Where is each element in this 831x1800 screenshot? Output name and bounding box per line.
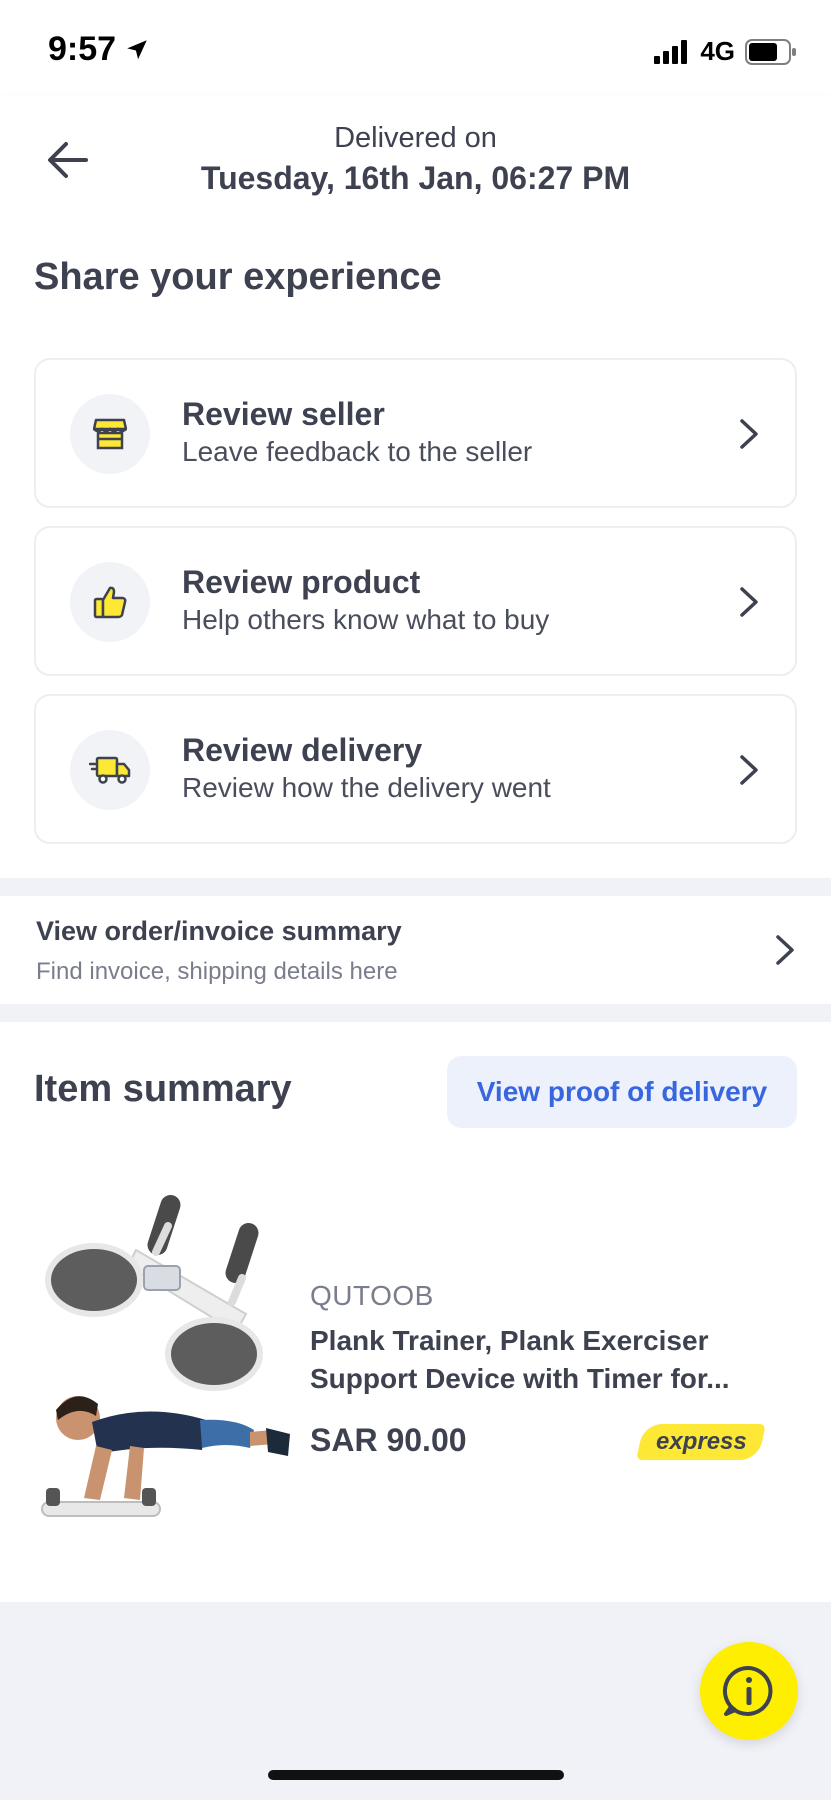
review-delivery-description: Review how the delivery went: [182, 772, 551, 803]
express-badge: express: [636, 1424, 766, 1460]
invoice-summary-row[interactable]: View order/invoice summary Find invoice,…: [0, 896, 831, 1004]
store-icon: [93, 418, 127, 450]
chevron-right-icon: [776, 935, 794, 965]
review-seller-description: Leave feedback to the seller: [182, 436, 533, 467]
review-delivery-card[interactable]: Review delivery Review how the delivery …: [34, 694, 797, 844]
info-icon: [722, 1665, 773, 1716]
chevron-right-icon: [740, 755, 758, 785]
product-brand: QUTOOB: [310, 1280, 434, 1311]
review-product-label: Review product: [182, 564, 421, 600]
status-bar: 9:57 4G: [0, 0, 831, 96]
review-product-description: Help others know what to buy: [182, 604, 550, 635]
order-header: Delivered on Tuesday, 16th Jan, 06:27 PM: [0, 96, 831, 226]
item-summary-section: Item summary View proof of delivery QUTO…: [0, 1022, 831, 1602]
product-name[interactable]: Plank Trainer, Plank Exerciser Support D…: [310, 1322, 780, 1398]
battery-icon: [745, 38, 796, 65]
chevron-right-icon: [740, 587, 758, 617]
signal-icon: [654, 39, 688, 64]
thumbs-up-icon: [93, 586, 127, 619]
review-product-card[interactable]: Review product Help others know what to …: [34, 526, 797, 676]
share-experience-section: Share your experience Review seller Leav…: [0, 226, 831, 878]
location-arrow-icon: [127, 39, 147, 59]
status-time: 9:57: [48, 30, 150, 69]
express-badge-label: express: [655, 1428, 747, 1455]
review-delivery-label: Review delivery: [182, 732, 423, 768]
section-title: Share your experience: [34, 256, 442, 298]
item-summary-title: Item summary: [34, 1068, 292, 1110]
product-price: SAR 90.00: [310, 1422, 467, 1458]
delivered-on-label: Delivered on: [334, 122, 497, 154]
view-proof-of-delivery-button[interactable]: View proof of delivery: [447, 1056, 797, 1128]
network-type: 4G: [700, 36, 735, 66]
review-seller-label: Review seller: [182, 396, 385, 432]
review-product-icon-wrap: [70, 562, 150, 642]
invoice-description: Find invoice, shipping details here: [36, 958, 398, 985]
review-seller-icon-wrap: [70, 394, 150, 474]
help-info-button[interactable]: [700, 1642, 798, 1740]
delivery-truck-icon: [89, 756, 131, 784]
delivery-date: Tuesday, 16th Jan, 06:27 PM: [200, 160, 631, 196]
invoice-title: View order/invoice summary: [36, 916, 402, 946]
status-indicators: 4G: [654, 36, 797, 67]
home-indicator: [268, 1770, 564, 1780]
product-image[interactable]: [36, 1182, 300, 1572]
status-time-text: 9:57: [48, 30, 117, 68]
review-delivery-icon-wrap: [70, 730, 150, 810]
chevron-right-icon: [740, 419, 758, 449]
review-seller-card[interactable]: Review seller Leave feedback to the sell…: [34, 358, 797, 508]
